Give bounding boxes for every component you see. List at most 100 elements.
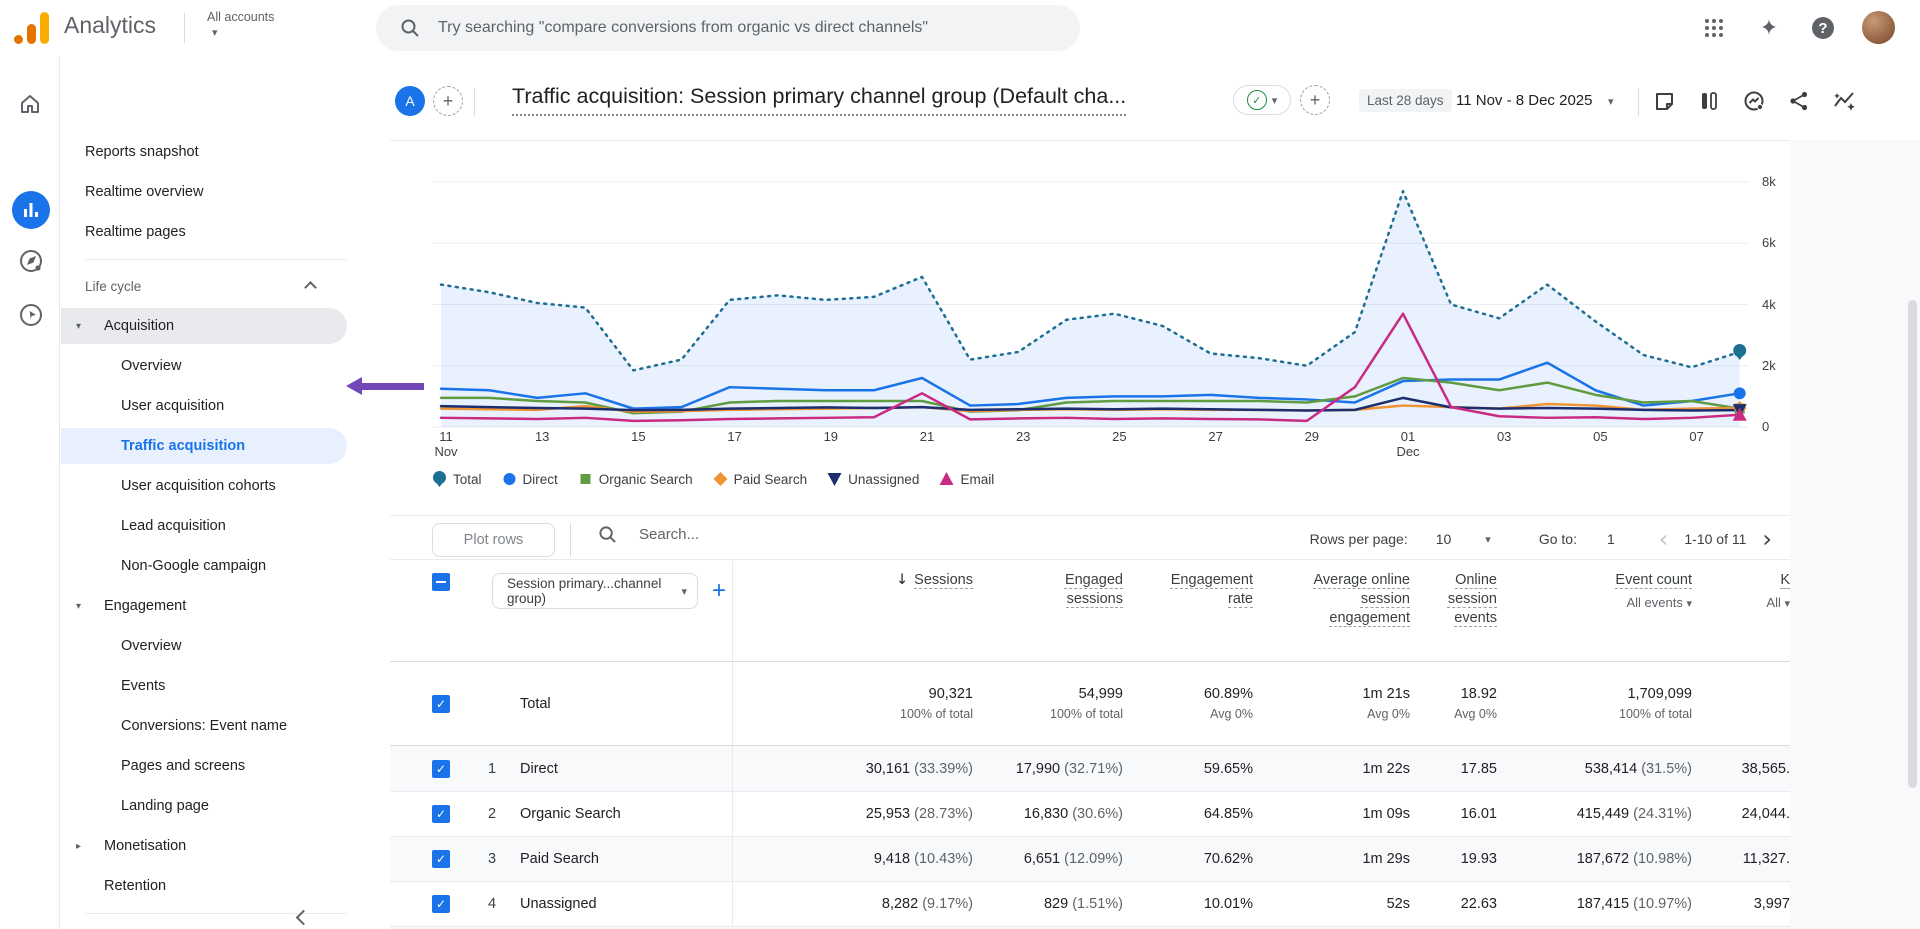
sidebar-item-realtime-overview[interactable]: Realtime overview (61, 172, 355, 212)
sidebar-item-label: Lead acquisition (121, 518, 226, 534)
plot-rows-button[interactable]: Plot rows (432, 523, 555, 557)
rows-per-page-caret-icon[interactable]: ▾ (1485, 533, 1491, 546)
page-scrollbar[interactable] (1908, 300, 1917, 788)
sidebar-item-conversions-event-name[interactable]: Conversions: Event name (61, 706, 355, 746)
sidebar-item-retention[interactable]: Retention (61, 866, 355, 906)
table-cell: 9,418 (10.43%) (732, 837, 973, 881)
tree-expanded-icon[interactable]: ▾ (76, 321, 81, 332)
sidebar-item-label: Pages and screens (121, 758, 245, 774)
table-row-unassigned[interactable]: ✓4Unassigned8,282 (9.17%)829 (1.51%)10.0… (390, 881, 1790, 926)
sidebar-item-acquisition[interactable]: ▾Acquisition (61, 306, 355, 346)
sidebar-item-pages-and-screens[interactable]: Pages and screens (61, 746, 355, 786)
table-cell: 22.63 (1410, 882, 1497, 926)
column-header-online[interactable]: Online session events (1410, 561, 1497, 661)
sidebar-item-realtime-pages[interactable]: Realtime pages (61, 212, 355, 252)
goto-label: Go to: (1539, 531, 1577, 547)
sidebar-item-non-google-campaign[interactable]: Non-Google campaign (61, 546, 355, 586)
column-header-engaged[interactable]: Engaged sessions (973, 561, 1123, 661)
report-status-pill[interactable]: ✓ ▾ (1233, 85, 1291, 115)
row-checkbox[interactable]: ✓ (432, 805, 450, 823)
sidebar-item-overview[interactable]: Overview (61, 626, 355, 666)
account-switcher[interactable]: All accounts (207, 10, 274, 24)
column-header-event[interactable]: Event countAll events ▾ (1497, 561, 1692, 661)
table-row-paid-search[interactable]: ✓3Paid Search9,418 (10.43%)6,651 (12.09%… (390, 836, 1790, 881)
table-row-organic-search[interactable]: ✓2Organic Search25,953 (28.73%)16,830 (3… (390, 791, 1790, 836)
rows-per-page-value[interactable]: 10 (1436, 531, 1452, 547)
column-header-rate[interactable]: Engagement rate (1123, 561, 1253, 661)
column-header-key[interactable]: KAll ▾ (1692, 561, 1790, 661)
sidebar-item-events[interactable]: Events (61, 666, 355, 706)
sidebar-item-reports-snapshot[interactable]: Reports snapshot (61, 132, 355, 172)
select-all-checkbox[interactable] (432, 573, 450, 591)
reports-icon-active[interactable] (12, 191, 50, 229)
account-caret-icon[interactable]: ▾ (212, 26, 218, 39)
legend-item-organic-search[interactable]: Organic Search (578, 471, 693, 487)
column-subfilter-event[interactable]: All events ▾ (1497, 593, 1692, 613)
row-checkbox[interactable]: ✓ (432, 695, 450, 713)
dimension-selector[interactable]: Session primary...channel group) ▾ (492, 573, 698, 609)
add-comparison-icon[interactable]: + (1300, 85, 1330, 115)
row-checkbox[interactable]: ✓ (432, 895, 450, 913)
row-checkbox[interactable]: ✓ (432, 850, 450, 868)
chart-legend: Total Direct Organic Search Paid Search Unas… (432, 471, 994, 487)
notes-icon[interactable] (1652, 89, 1676, 113)
dimension-caret-icon: ▾ (681, 585, 687, 598)
row-checkbox[interactable]: ✓ (432, 760, 450, 778)
tree-collapsed-icon[interactable]: ▸ (76, 841, 81, 852)
explore-icon[interactable] (18, 248, 44, 274)
legend-item-paid-search[interactable]: Paid Search (713, 471, 808, 487)
date-range-selector[interactable]: 11 Nov - 8 Dec 2025 (1456, 92, 1592, 109)
sidebar-item-landing-page[interactable]: Landing page (61, 786, 355, 826)
x-axis-tick: 07 (1667, 429, 1727, 444)
chevron-up-icon[interactable] (304, 281, 317, 294)
legend-item-unassigned[interactable]: Unassigned (827, 471, 919, 487)
help-icon[interactable]: ? (1812, 17, 1834, 39)
share-icon[interactable] (1787, 89, 1811, 113)
sparkline-insights-icon[interactable] (1832, 89, 1856, 113)
table-row-direct[interactable]: ✓1Direct30,161 (33.39%)17,990 (32.71%)59… (390, 746, 1790, 791)
analytics-logo-icon[interactable] (14, 10, 54, 46)
sidebar-item-user[interactable]: User (61, 920, 355, 929)
date-caret-icon[interactable]: ▾ (1608, 95, 1614, 108)
legend-label: Direct (523, 472, 558, 487)
sidebar-item-lead-acquisition[interactable]: Lead acquisition (61, 506, 355, 546)
square-marker-icon (578, 471, 593, 487)
sidebar-item-life-cycle[interactable]: Life cycle (61, 266, 355, 306)
tree-expanded-icon[interactable]: ▾ (76, 601, 81, 612)
home-icon[interactable] (18, 92, 44, 118)
sidebar-item-overview[interactable]: Overview (61, 346, 355, 386)
comparison-icon[interactable] (1697, 89, 1721, 113)
date-preset-badge[interactable]: Last 28 days (1359, 89, 1452, 112)
legend-item-total[interactable]: Total (432, 471, 482, 487)
goto-value[interactable]: 1 (1607, 531, 1615, 547)
table-cell: 8,282 (9.17%) (732, 882, 973, 926)
sidebar-divider (85, 259, 347, 260)
sidebar-item-user-acquisition[interactable]: User acquisition (61, 386, 355, 426)
insights-icon[interactable] (1742, 89, 1766, 113)
report-card: 02k4k6k8k 11Nov13151719212325272901Dec03… (390, 140, 1790, 929)
sidebar-item-engagement[interactable]: ▾ Engagement (61, 586, 355, 626)
column-header-avg[interactable]: Average online session engagement (1253, 561, 1410, 661)
next-page-icon[interactable]: › (1762, 525, 1772, 553)
sidebar-item-label: Engagement (104, 598, 186, 614)
report-title[interactable]: Traffic acquisition: Session primary cha… (512, 84, 1126, 116)
sidebar-item-traffic-acquisition[interactable]: Traffic acquisition (61, 426, 355, 466)
table-search[interactable]: Search... (598, 525, 699, 544)
property-avatar[interactable]: A (395, 86, 425, 116)
add-dimension-icon[interactable]: + (712, 577, 726, 605)
global-search-bar[interactable]: Try searching "compare conversions from … (376, 5, 1080, 51)
prev-page-icon[interactable]: ‹ (1659, 525, 1669, 553)
apps-grid-icon[interactable] (1701, 15, 1727, 41)
legend-item-email[interactable]: Email (939, 471, 994, 487)
gemini-sparkle-icon[interactable]: ✦ (1756, 15, 1782, 41)
sidebar-item-monetisation[interactable]: ▸Monetisation (61, 826, 355, 866)
legend-item-direct[interactable]: Direct (502, 471, 558, 487)
user-avatar[interactable] (1862, 11, 1895, 44)
column-header-sessions[interactable]: ↓Sessions (732, 561, 973, 661)
add-segment-icon[interactable]: + (433, 86, 463, 116)
column-subfilter-key[interactable]: All ▾ (1692, 593, 1790, 613)
x-axis-tick: 23 (993, 429, 1053, 444)
chart-canvas (390, 141, 1790, 441)
sidebar-item-user-acquisition-cohorts[interactable]: User acquisition cohorts (61, 466, 355, 506)
advertising-icon[interactable] (18, 302, 44, 328)
